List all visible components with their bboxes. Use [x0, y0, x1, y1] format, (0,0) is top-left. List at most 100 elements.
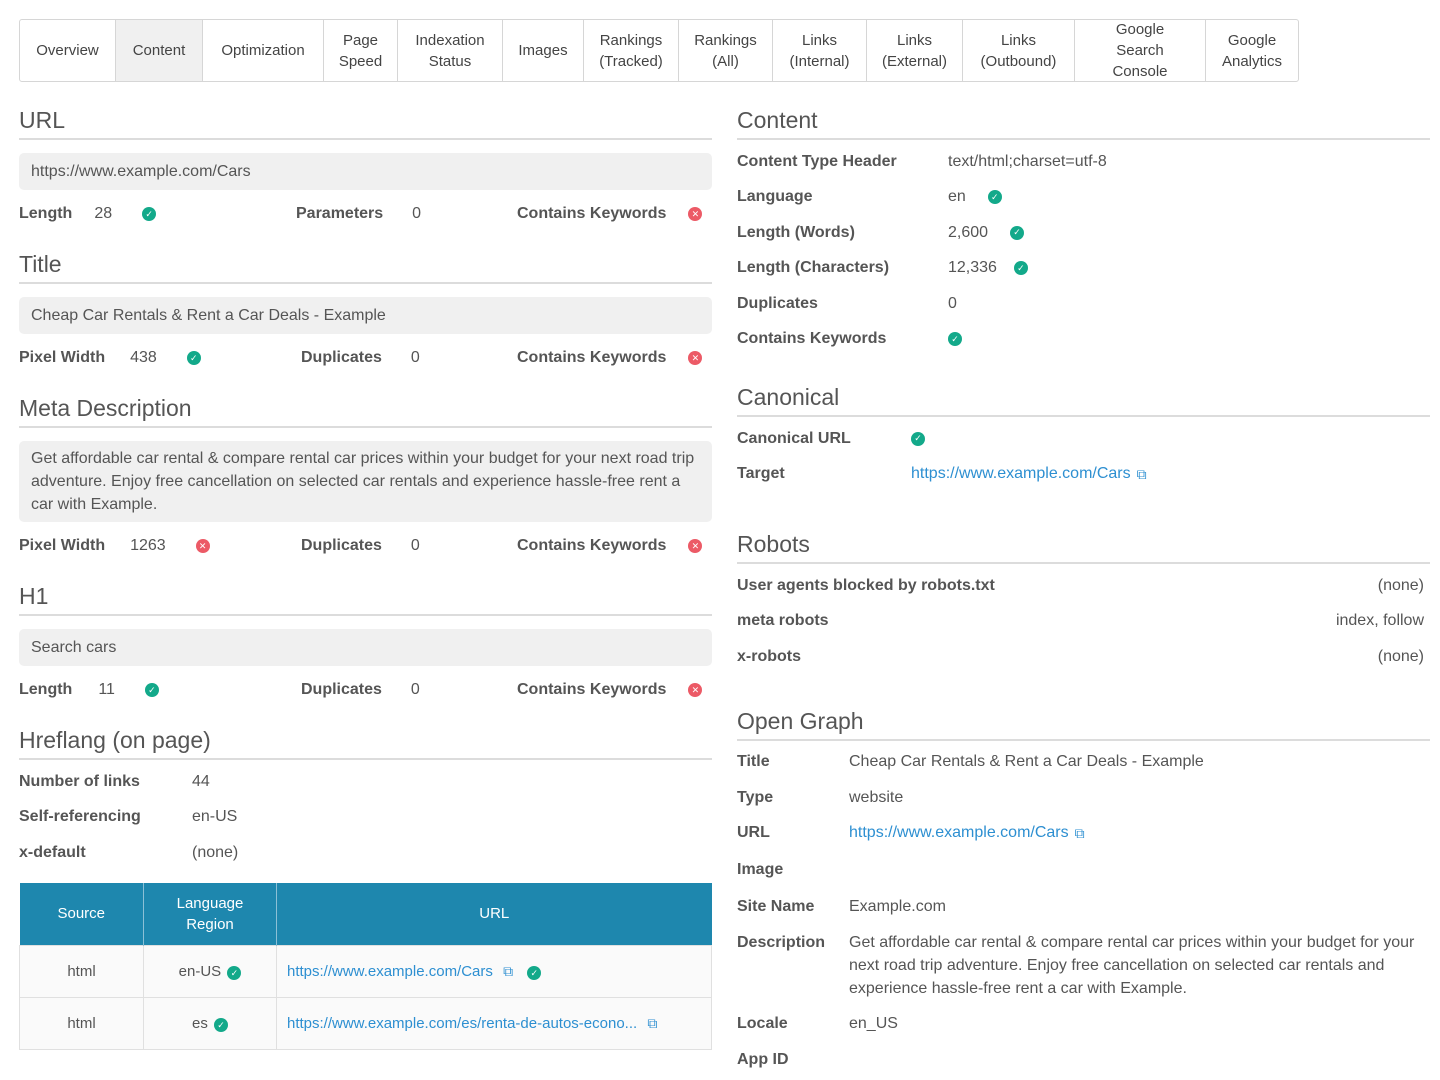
og-site-name-value: Example.com	[849, 897, 946, 915]
canonical-row: Canonical URL ✓	[737, 421, 1430, 457]
og-title-value: Cheap Car Rentals & Rent a Car Deals - E…	[849, 753, 1204, 771]
tab-google-search-console[interactable]: Google Search Console	[1075, 20, 1206, 81]
open-graph-title: Open Graph	[737, 705, 1430, 741]
source-cell: html	[19, 945, 144, 998]
check-icon: ✓	[186, 351, 201, 365]
content-type-value: text/html;charset=utf-8	[948, 152, 1107, 170]
og-row: Site Name Example.com	[737, 889, 1430, 925]
url-cell: https://www.example.com/es/renta-de-auto…	[276, 997, 712, 1050]
language-value: es	[191, 1014, 208, 1032]
tab-rankings-all[interactable]: Rankings (All)	[679, 20, 773, 81]
meta-robots-label: meta robots	[737, 612, 829, 630]
x-icon: ✕	[688, 539, 703, 553]
blocked-user-agents-label: User agents blocked by robots.txt	[737, 576, 995, 594]
contains-keywords-label: Contains Keywords	[737, 330, 887, 348]
contains-keywords-label: Contains Keywords	[517, 681, 667, 698]
tab-google-analytics[interactable]: Google Analytics	[1206, 20, 1298, 81]
source-cell: html	[19, 997, 144, 1050]
duplicates-label: Duplicates	[301, 537, 382, 554]
og-row: Locale en_US	[737, 1007, 1430, 1043]
hreflang-section: Hreflang (on page) Number of links 44 Se…	[19, 724, 712, 1050]
h1-metrics: Length 11 ✓ Duplicates 0 Contains Keywor…	[19, 666, 712, 714]
pixel-width-value: 438	[130, 349, 157, 366]
x-icon: ✕	[195, 539, 210, 553]
check-icon: ✓	[144, 683, 159, 697]
check-icon: ✓	[987, 190, 1002, 205]
check-icon: ✓	[948, 332, 962, 347]
tab-rankings-tracked[interactable]: Rankings (Tracked)	[584, 20, 679, 81]
og-locale-label: Locale	[737, 1015, 788, 1033]
contains-keywords-label: Contains Keywords	[517, 205, 667, 222]
og-url-link[interactable]: https://www.example.com/Cars	[849, 824, 1069, 842]
og-image-label: Image	[737, 861, 784, 878]
og-description-value: Get affordable car rental & compare rent…	[849, 933, 1415, 997]
tab-indexation-status[interactable]: Indexation Status	[398, 20, 503, 81]
canonical-url-label: Canonical URL	[737, 429, 851, 447]
check-icon: ✓	[214, 1018, 228, 1033]
h1-section: H1 Search cars Length 11 ✓ Duplicates 0 …	[19, 580, 712, 714]
url-value: https://www.example.com/Cars	[19, 153, 712, 190]
external-link-icon[interactable]: ⧉	[647, 1015, 657, 1032]
content-row: Length (Characters) 12,336 ✓	[737, 251, 1430, 287]
tab-page-speed[interactable]: Page Speed	[324, 20, 398, 81]
meta-description-title: Meta Description	[19, 392, 712, 428]
tab-links-external[interactable]: Links (External)	[867, 20, 963, 81]
length-words-label: Length (Words)	[737, 223, 855, 241]
url-section-title: URL	[19, 104, 712, 140]
length-words-value: 2,600	[948, 223, 989, 241]
og-title-label: Title	[737, 753, 770, 771]
length-characters-label: Length (Characters)	[737, 259, 890, 277]
left-column: URL https://www.example.com/Cars Length …	[19, 104, 712, 1050]
hreflang-url-link[interactable]: https://www.example.com/es/renta-de-auto…	[287, 1015, 637, 1032]
meta-metrics: Pixel Width 1263 ✕ Duplicates 0 Contains…	[19, 522, 712, 570]
check-icon: ✓	[1013, 261, 1028, 276]
og-site-name-label: Site Name	[737, 897, 815, 915]
column-header-language-region[interactable]: Language Region	[143, 882, 277, 946]
column-header-source[interactable]: Source	[19, 882, 144, 946]
length-label: Length	[19, 205, 73, 222]
robots-row: x-robots (none)	[737, 639, 1424, 675]
canonical-section: Canonical Canonical URL ✓ Target https:/…	[737, 381, 1430, 492]
hreflang-url-link[interactable]: https://www.example.com/Cars	[287, 963, 493, 980]
tab-overview[interactable]: Overview	[20, 20, 116, 81]
tab-optimization[interactable]: Optimization	[203, 20, 324, 81]
canonical-target-link[interactable]: https://www.example.com/Cars	[911, 465, 1131, 483]
table-row: html en-US ✓ https://www.example.com/Car…	[19, 945, 712, 998]
pixel-width-label: Pixel Width	[19, 537, 106, 554]
og-row: Title Cheap Car Rentals & Rent a Car Dea…	[737, 745, 1430, 781]
language-cell: es ✓	[143, 997, 277, 1050]
language-label: Language	[737, 188, 813, 206]
url-cell: https://www.example.com/Cars ⧉ ✓	[276, 945, 712, 998]
meta-robots-value: index, follow	[1335, 612, 1424, 630]
blocked-user-agents-value: (none)	[1377, 576, 1424, 594]
tab-images[interactable]: Images	[503, 20, 584, 81]
title-value: Cheap Car Rentals & Rent a Car Deals - E…	[19, 297, 712, 334]
column-header-url[interactable]: URL	[276, 882, 712, 946]
pixel-width-value: 1263	[130, 537, 166, 554]
content-type-label: Content Type Header	[737, 152, 897, 170]
check-icon: ✓	[911, 431, 925, 446]
tab-links-outbound[interactable]: Links (Outbound)	[963, 20, 1075, 81]
external-link-icon[interactable]: ⧉	[503, 963, 513, 980]
external-link-icon[interactable]: ⧉	[1075, 825, 1085, 842]
x-robots-value: (none)	[1377, 647, 1424, 665]
x-icon: ✕	[688, 683, 703, 697]
content-row: Duplicates 0	[737, 286, 1430, 322]
duplicates-label: Duplicates	[301, 681, 382, 698]
language-value: en-US	[178, 962, 222, 980]
x-robots-label: x-robots	[737, 647, 801, 665]
x-default-label: x-default	[19, 843, 86, 861]
hreflang-title: Hreflang (on page)	[19, 724, 712, 760]
h1-section-title: H1	[19, 580, 712, 616]
content-row: Length (Words) 2,600 ✓	[737, 215, 1430, 251]
external-link-icon[interactable]: ⧉	[1137, 466, 1147, 483]
content-row: Content Type Header text/html;charset=ut…	[737, 144, 1430, 180]
pixel-width-label: Pixel Width	[19, 349, 106, 366]
hreflang-row: Self-referencing en-US	[19, 800, 712, 836]
tab-content[interactable]: Content	[116, 20, 203, 81]
duplicates-value: 0	[948, 294, 957, 312]
tab-links-internal[interactable]: Links (Internal)	[773, 20, 867, 81]
check-icon: ✓	[527, 966, 542, 981]
url-section: URL https://www.example.com/Cars Length …	[19, 104, 712, 238]
x-default-value: (none)	[192, 843, 239, 861]
